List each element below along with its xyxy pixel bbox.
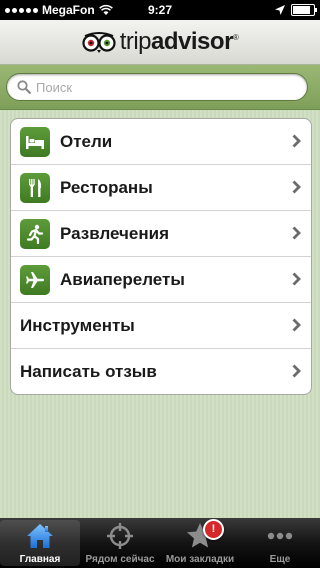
menu-label-flights: Авиаперелеты (60, 269, 185, 289)
more-dots-icon (267, 532, 293, 540)
menu-item-write-review[interactable]: Написать отзыв (11, 349, 311, 394)
running-person-icon (20, 218, 50, 249)
location-arrow-icon (275, 5, 285, 15)
menu-label-write-review: Написать отзыв (20, 361, 157, 381)
search-icon (17, 80, 31, 94)
tab-nearby[interactable]: Рядом сейчас (80, 518, 160, 568)
menu-label-hotels: Отели (60, 131, 113, 151)
logo-text: tripadvisor® (119, 28, 239, 55)
battery-icon (291, 4, 317, 16)
search-field[interactable] (6, 73, 308, 101)
menu-label-attractions: Развлечения (60, 223, 170, 243)
fork-knife-icon (20, 172, 50, 203)
main-menu: Отели Рестораны Развлечения Авиаперелеты… (10, 118, 312, 395)
tab-bookmarks[interactable]: ! Мои закладки (160, 518, 240, 568)
tab-bar: Главная Рядом сейчас ! Мои закладки Еще (0, 518, 320, 568)
tab-label-more: Еще (269, 554, 291, 565)
search-input[interactable] (36, 79, 286, 95)
tab-home[interactable]: Главная (0, 520, 80, 566)
menu-label-tools: Инструменты (20, 315, 135, 335)
chevron-right-icon (292, 134, 301, 148)
tab-label-bookmarks: Мои закладки (165, 554, 235, 565)
tab-label-nearby: Рядом сейчас (85, 554, 155, 565)
bed-icon (20, 126, 50, 157)
menu-item-restaurants[interactable]: Рестораны (11, 165, 311, 211)
menu-item-tools[interactable]: Инструменты (11, 303, 311, 349)
chevron-right-icon (292, 272, 301, 286)
status-right (275, 4, 317, 16)
chevron-right-icon (292, 226, 301, 240)
notification-badge: ! (203, 519, 224, 540)
menu-item-attractions[interactable]: Развлечения (11, 211, 311, 257)
status-time: 9:27 (147, 3, 173, 17)
airplane-icon (20, 264, 50, 295)
chevron-right-icon (292, 180, 301, 194)
tripadvisor-logo: tripadvisor® (82, 28, 239, 56)
owl-eyes-icon (82, 32, 116, 53)
status-bar: MegaFon 9:27 (0, 0, 320, 20)
chevron-right-icon (292, 318, 301, 332)
app-header: tripadvisor® (0, 20, 320, 65)
menu-item-hotels[interactable]: Отели (11, 119, 311, 165)
crosshair-icon (107, 523, 133, 549)
menu-item-flights[interactable]: Авиаперелеты (11, 257, 311, 303)
home-icon (27, 524, 53, 548)
tab-more[interactable]: Еще (240, 518, 320, 568)
search-bar (0, 65, 320, 110)
menu-label-restaurants: Рестораны (60, 177, 153, 197)
chevron-right-icon (292, 364, 301, 378)
main-content: Отели Рестораны Развлечения Авиаперелеты… (0, 110, 320, 518)
tab-label-home: Главная (19, 554, 61, 565)
